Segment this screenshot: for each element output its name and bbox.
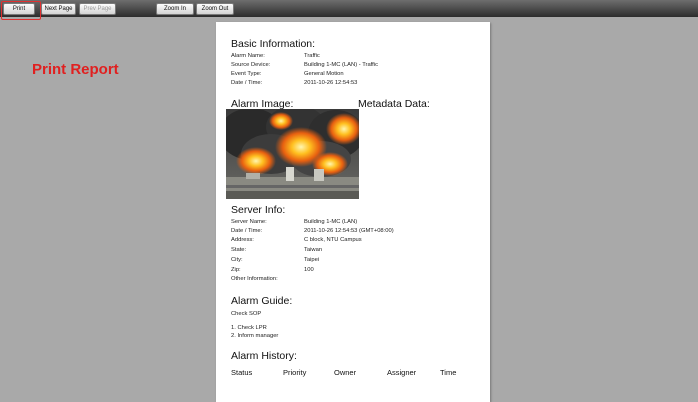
field-value: 100 [304, 267, 314, 273]
field-value: Building 1-MC (LAN) [304, 219, 358, 225]
basic-row: Event Type: General Motion [231, 71, 481, 80]
field-label: Event Type: [231, 71, 262, 77]
field-value: Taipei [304, 257, 320, 263]
field-value: 2011-10-26 12:54:53 [304, 80, 358, 86]
guide-sop: Check SOP [231, 311, 262, 317]
print-report-label: Print Report [32, 61, 119, 78]
prev-page-button[interactable]: Prev Page [79, 3, 116, 15]
field-label: Date / Time: [231, 80, 263, 86]
zoom-in-button[interactable]: Zoom In [156, 3, 194, 15]
field-value: 2011-10-26 12:54:53 (GMT+08:00) [304, 228, 394, 234]
field-label: Source Device: [231, 62, 271, 68]
history-col-status: Status [231, 368, 253, 377]
alarm-guide-title: Alarm Guide: [231, 295, 293, 307]
basic-row: Date / Time: 2011-10-26 12:54:53 [231, 80, 481, 89]
field-label: Server Name: [231, 219, 267, 225]
field-label: Date / Time: [231, 228, 263, 234]
field-label: Alarm Name: [231, 53, 265, 59]
basic-info-title: Basic Information: [231, 38, 316, 50]
print-button[interactable]: Print [3, 3, 35, 15]
field-label: State: [231, 247, 247, 253]
server-row: Server Name: Building 1-MC (LAN) [231, 219, 481, 228]
history-col-priority: Priority [283, 368, 307, 377]
field-value: Traffic [304, 53, 320, 59]
field-value: Taiwan [304, 247, 323, 253]
field-label: Address: [231, 237, 254, 243]
report-page: Basic Information: Alarm Name: Traffic S… [216, 22, 490, 402]
next-page-button[interactable]: Next Page [41, 3, 76, 15]
toolbar: Print Next Page Prev Page Zoom In Zoom O… [0, 0, 698, 17]
server-info-title: Server Info: [231, 204, 286, 216]
server-row: City: Taipei [231, 257, 481, 266]
basic-row: Source Device: Building 1-MC (LAN) - Tra… [231, 62, 481, 71]
alarm-image [226, 109, 359, 199]
history-col-owner: Owner [334, 368, 357, 377]
guide-step: 1. Check LPR [231, 325, 267, 331]
field-label: City: [231, 257, 243, 263]
server-row: Date / Time: 2011-10-26 12:54:53 (GMT+08… [231, 228, 481, 237]
server-row: Other Information: [231, 276, 481, 285]
metadata-title: Metadata Data: [358, 98, 430, 110]
server-row: Address: C block, NTU Campus [231, 237, 481, 246]
field-value: Building 1-MC (LAN) - Traffic [304, 62, 378, 68]
alarm-history-title: Alarm History: [231, 350, 297, 362]
guide-step: 2. Inform manager [231, 333, 279, 339]
fire-explosion-image [226, 109, 359, 199]
field-label: Zip: [231, 267, 241, 273]
field-value: C block, NTU Campus [304, 237, 362, 243]
server-row: State: Taiwan [231, 247, 481, 256]
history-col-time: Time [440, 368, 457, 377]
field-value: General Motion [304, 71, 344, 77]
basic-row: Alarm Name: Traffic [231, 53, 481, 62]
server-row: Zip: 100 [231, 267, 481, 276]
history-col-assigner: Assigner [387, 368, 417, 377]
zoom-out-button[interactable]: Zoom Out [196, 3, 234, 15]
field-label: Other Information: [231, 276, 278, 282]
